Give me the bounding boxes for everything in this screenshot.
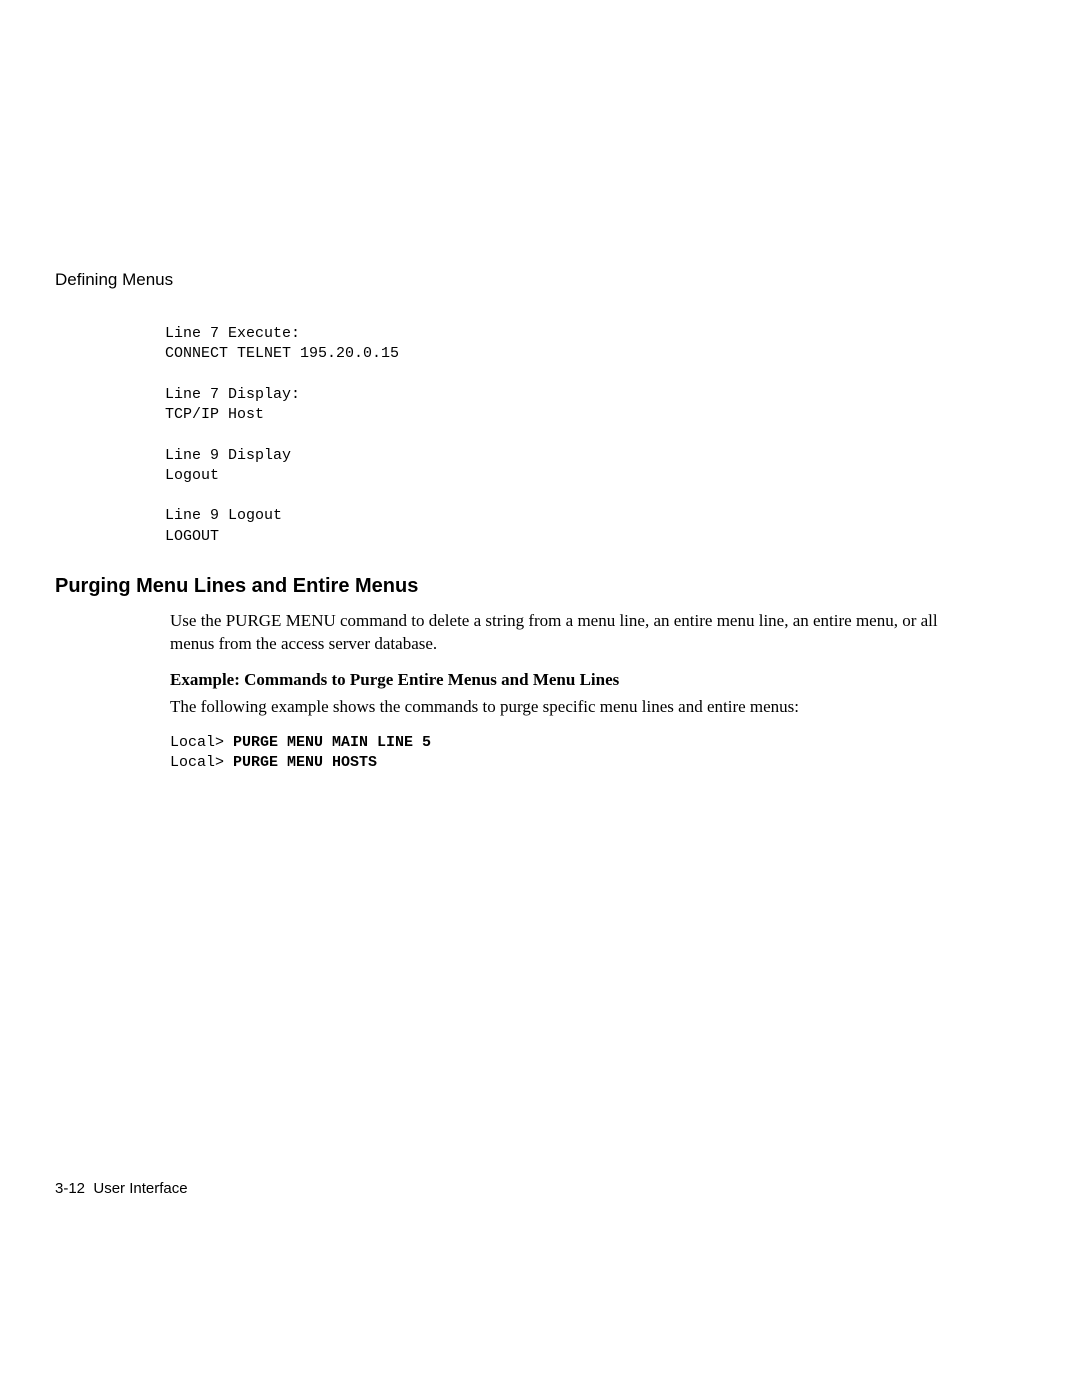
page-label: User Interface bbox=[93, 1180, 187, 1197]
example-heading: Example: Commands to Purge Entire Menus … bbox=[170, 670, 1000, 690]
command-line-1: Local> PURGE MENU MAIN LINE 5 bbox=[170, 733, 1000, 753]
command-2: PURGE MENU HOSTS bbox=[233, 754, 377, 771]
page-number: 3-12 bbox=[55, 1180, 85, 1197]
page-footer: 3-12 User Interface bbox=[55, 1180, 188, 1197]
code-block: Line 7 Execute: CONNECT TELNET 195.20.0.… bbox=[165, 324, 1000, 547]
paragraph-intro: Use the PURGE MENU command to delete a s… bbox=[170, 610, 950, 656]
prompt-2: Local> bbox=[170, 754, 233, 771]
command-block: Local> PURGE MENU MAIN LINE 5 Local> PUR… bbox=[170, 733, 1000, 774]
prompt-1: Local> bbox=[170, 734, 233, 751]
command-1: PURGE MENU MAIN LINE 5 bbox=[233, 734, 431, 751]
heading-purging: Purging Menu Lines and Entire Menus bbox=[55, 575, 1000, 598]
paragraph-example: The following example shows the commands… bbox=[170, 696, 950, 719]
command-line-2: Local> PURGE MENU HOSTS bbox=[170, 753, 1000, 773]
section-header: Defining Menus bbox=[55, 270, 1000, 290]
page-content: Defining Menus Line 7 Execute: CONNECT T… bbox=[0, 0, 1080, 773]
